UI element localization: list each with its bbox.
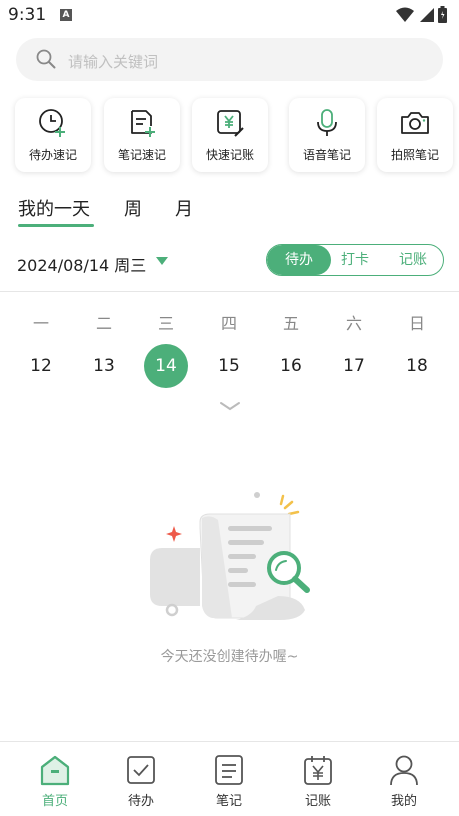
quick-action-label: 快速记账 xyxy=(205,148,254,162)
quick-action-voice[interactable]: 语音笔记 xyxy=(289,98,365,172)
calendar-day[interactable]: 16 xyxy=(269,344,313,388)
calendar-day[interactable]: 17 xyxy=(332,344,376,388)
search-placeholder: 请输入关键词 xyxy=(68,53,159,71)
caret-down-icon[interactable] xyxy=(156,257,168,265)
document-icon xyxy=(215,755,243,785)
nav-home[interactable]: 首页 xyxy=(9,742,101,816)
nav-label: 首页 xyxy=(41,794,68,809)
divider xyxy=(0,291,459,292)
nav-label: 待办 xyxy=(127,794,154,809)
nav-label: 笔记 xyxy=(215,794,242,809)
status-icons xyxy=(396,6,447,23)
notification-badge-icon: A xyxy=(60,9,72,21)
home-icon xyxy=(40,755,70,786)
calendar-day[interactable]: 18 xyxy=(395,344,439,388)
quick-action-note[interactable]: 笔记速记 xyxy=(104,98,180,172)
calendar-day-selected[interactable]: 14 xyxy=(144,344,188,388)
tab-week[interactable]: 周 xyxy=(124,195,142,221)
wifi-icon xyxy=(396,7,414,22)
weekday-label: 日 xyxy=(408,314,425,333)
nav-todo[interactable]: 待办 xyxy=(95,742,187,816)
quick-action-photo[interactable]: 拍照笔记 xyxy=(377,98,453,172)
status-bar: 9:31 A xyxy=(0,0,459,30)
calendar-day[interactable]: 15 xyxy=(207,344,251,388)
nav-label: 记账 xyxy=(304,794,331,809)
nav-label: 我的 xyxy=(390,794,417,809)
calendar-yuan-icon xyxy=(304,756,332,785)
segment-todo[interactable]: 待办 xyxy=(267,245,331,275)
weekday-label: 四 xyxy=(220,314,237,333)
battery-icon xyxy=(438,6,447,23)
date-selector[interactable]: 2024/08/14 周三 xyxy=(17,252,146,276)
chevron-down-icon[interactable] xyxy=(219,400,241,412)
nav-bookkeeping[interactable]: 记账 xyxy=(272,742,364,816)
quick-action-label: 拍照笔记 xyxy=(390,148,439,162)
tab-month[interactable]: 月 xyxy=(175,195,193,221)
weekday-label: 六 xyxy=(345,314,362,333)
empty-state-message: 今天还没创建待办喔~ xyxy=(160,649,299,665)
status-time: 9:31 xyxy=(8,5,47,25)
checkbox-icon xyxy=(127,756,155,784)
calendar-day[interactable]: 13 xyxy=(82,344,126,388)
tab-my-day[interactable]: 我的一天 xyxy=(18,195,90,221)
weekday-label: 五 xyxy=(282,314,299,333)
note-add-icon xyxy=(131,110,155,137)
tab-active-indicator xyxy=(18,224,94,227)
nav-profile[interactable]: 我的 xyxy=(358,742,450,816)
weekday-label: 三 xyxy=(157,314,174,333)
calendar-day[interactable]: 12 xyxy=(19,344,63,388)
weekday-label: 二 xyxy=(95,314,112,333)
segment-bookkeeping[interactable]: 记账 xyxy=(383,245,443,275)
user-icon xyxy=(390,755,418,786)
quick-action-bookkeeping[interactable]: 快速记账 xyxy=(192,98,268,172)
yuan-edit-icon xyxy=(217,110,244,137)
microphone-icon xyxy=(317,109,337,136)
quick-action-label: 语音笔记 xyxy=(302,148,351,162)
empty-todo-illustration xyxy=(150,492,310,620)
search-icon xyxy=(36,49,56,69)
signal-icon xyxy=(420,7,434,22)
quick-action-label: 待办速记 xyxy=(28,148,77,162)
segment-checkin[interactable]: 打卡 xyxy=(327,245,383,275)
clock-add-icon xyxy=(39,109,65,137)
quick-action-todo[interactable]: 待办速记 xyxy=(15,98,91,172)
nav-notes[interactable]: 笔记 xyxy=(183,742,275,816)
bottom-nav: 首页 待办 笔记 记账 我的 xyxy=(0,741,459,816)
weekday-label: 一 xyxy=(32,314,49,333)
category-segment: 待办 打卡 记账 xyxy=(266,244,444,276)
camera-icon xyxy=(401,112,429,134)
quick-action-label: 笔记速记 xyxy=(117,148,166,162)
search-bar[interactable]: 请输入关键词 xyxy=(16,38,443,81)
